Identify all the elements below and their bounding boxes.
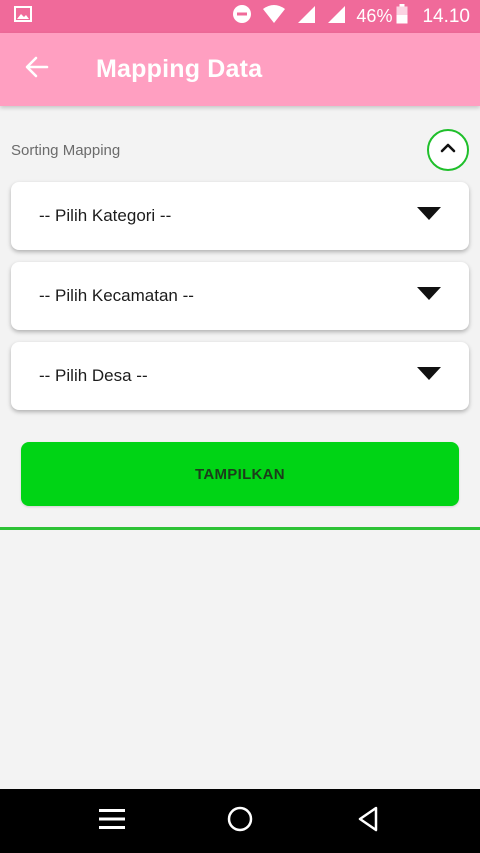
village-dropdown-label: -- Pilih Desa -- [39, 366, 148, 385]
sorting-label: Sorting Mapping [11, 141, 121, 159]
caret-down-icon [417, 286, 441, 306]
district-dropdown[interactable]: -- Pilih Kecamatan -- [11, 262, 469, 330]
battery-icon [396, 4, 408, 29]
image-icon [14, 6, 32, 27]
divider [0, 527, 480, 530]
battery-percent: 46% [356, 6, 393, 26]
do-not-disturb-icon [232, 4, 252, 29]
arrow-left-icon [25, 56, 49, 83]
back-button[interactable] [0, 33, 74, 106]
village-dropdown[interactable]: -- Pilih Desa -- [11, 342, 469, 410]
category-dropdown[interactable]: -- Pilih Kategori -- [11, 182, 469, 250]
status-bar: 46% 14.10 [0, 0, 480, 33]
menu-icon [99, 808, 125, 835]
status-left [14, 6, 32, 27]
status-right: 46% 14.10 [232, 4, 470, 29]
show-button[interactable]: TAMPILKAN [21, 442, 459, 506]
back-icon [357, 806, 379, 837]
navigation-bar [0, 789, 480, 853]
screen: 46% 14.10 Mapping Data Sorting Mapping -… [0, 0, 480, 853]
home-button[interactable] [210, 789, 270, 853]
category-dropdown-label: -- Pilih Kategori -- [39, 206, 172, 225]
show-button-label: TAMPILKAN [195, 465, 285, 483]
caret-down-icon [417, 366, 441, 386]
wifi-icon [262, 4, 286, 29]
chevron-up-icon [440, 141, 456, 159]
home-icon [227, 806, 253, 837]
collapse-button[interactable] [427, 129, 469, 171]
page-title: Mapping Data [96, 55, 263, 83]
signal-icon [326, 4, 346, 29]
sorting-header: Sorting Mapping [0, 128, 480, 172]
menu-button[interactable] [82, 789, 142, 853]
status-time: 14.10 [422, 5, 470, 27]
signal-icon [296, 4, 316, 29]
caret-down-icon [417, 206, 441, 226]
back-nav-button[interactable] [338, 789, 398, 853]
district-dropdown-label: -- Pilih Kecamatan -- [39, 286, 194, 305]
app-bar: Mapping Data [0, 33, 480, 106]
